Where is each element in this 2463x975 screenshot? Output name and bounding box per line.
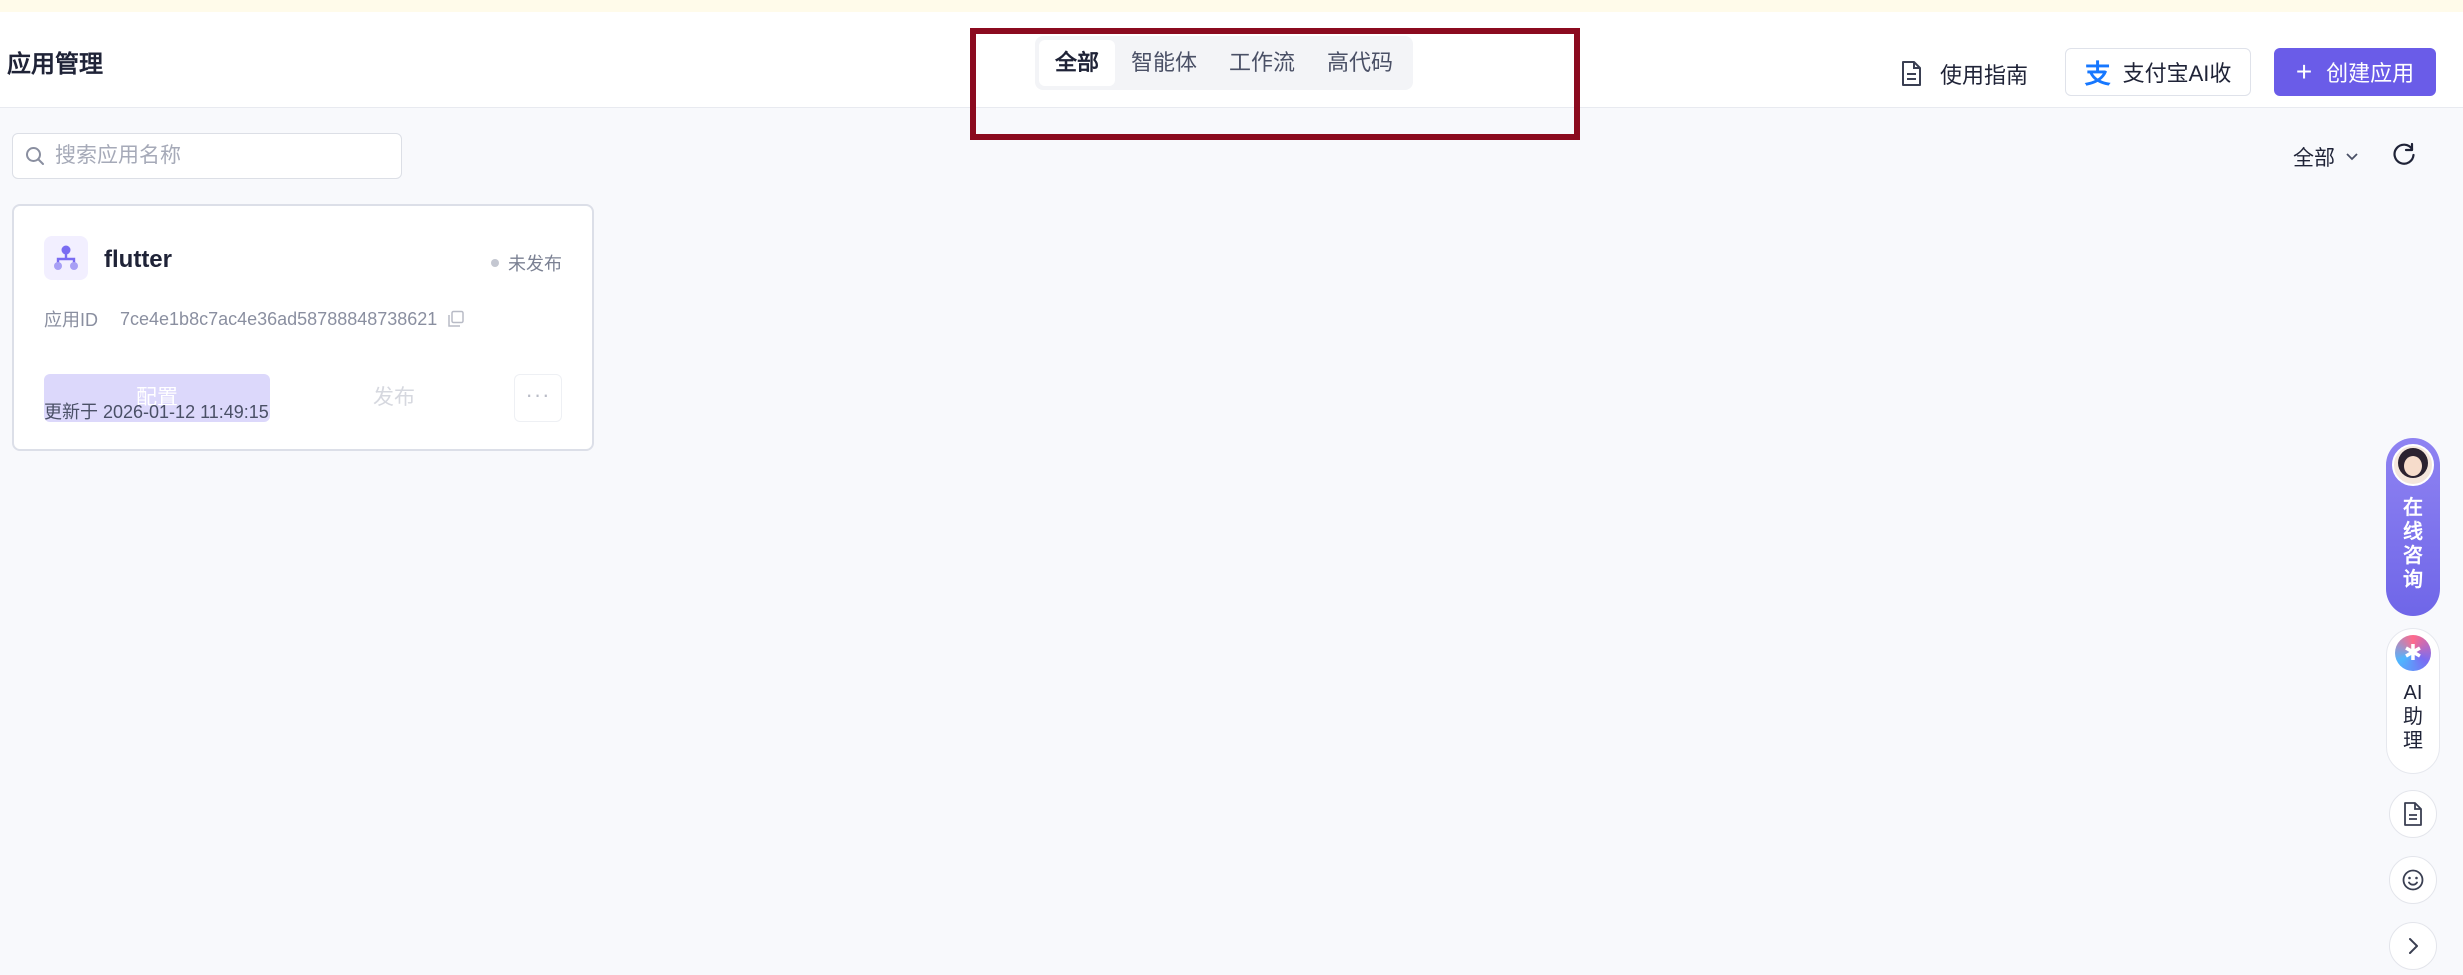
chevron-right-icon [2409,938,2418,954]
notice-strip [0,0,2463,12]
app-type-tabs: 全部 智能体 工作流 高代码 [1035,36,1414,90]
app-id-label: 应用ID [44,310,98,330]
online-consult-button[interactable]: 在线咨询 [2386,438,2440,616]
updated-time: 更新于 2026-01-12 11:49:15 [44,402,269,422]
status-badge: 未发布 [491,250,562,276]
document-icon [2404,802,2422,826]
tab-agent[interactable]: 智能体 [1115,40,1213,86]
create-label: 创建应用 [2326,61,2415,86]
tab-all[interactable]: 全部 [1039,40,1116,86]
app-name: flutter [104,246,172,273]
alipay-label: 支付宝AI收 [2122,61,2232,86]
side-feedback-button[interactable] [2389,856,2437,904]
filter-label: 全部 [2293,147,2335,170]
search-input[interactable] [55,144,385,168]
more-button[interactable]: ··· [514,374,562,422]
status-dot [491,259,499,267]
create-app-button[interactable]: + 创建应用 [2274,48,2436,96]
side-collapse-button[interactable] [2389,922,2437,970]
smile-icon [2402,869,2424,891]
refresh-icon[interactable] [2391,142,2417,168]
guide-link[interactable]: 使用指南 [1900,52,2028,96]
header-bar: 应用管理 全部 智能体 工作流 高代码 使用指南 支 支付宝AI收 + 创建应用 [0,12,2463,108]
alipay-ai-button[interactable]: 支 支付宝AI收 [2065,48,2251,96]
status-filter-dropdown[interactable]: 全部 [2293,142,2359,172]
status-label: 未发布 [508,254,562,274]
publish-button[interactable]: 发布 [314,374,474,422]
consult-label: 在线咨询 [2403,497,2423,591]
tab-high-code[interactable]: 高代码 [1311,40,1409,86]
app-card[interactable]: flutter 未发布 应用ID 7ce4e1b8c7ac4e36ad58788… [12,204,594,451]
avatar [2392,444,2434,486]
side-doc-button[interactable] [2389,790,2437,838]
search-box[interactable] [12,133,402,179]
document-icon [1902,61,1921,86]
ai-logo-icon: ✱ [2395,635,2431,671]
ai-assistant-button[interactable]: ✱ AI助理 [2386,628,2440,774]
plus-icon: + [2295,56,2313,87]
app-id-row: 应用ID 7ce4e1b8c7ac4e36ad58788848738621 [44,306,465,332]
alipay-icon: 支 [2084,58,2111,89]
ai-assistant-label: AI助理 [2403,682,2423,752]
chevron-down-icon [2346,153,2358,161]
copy-icon[interactable] [447,310,465,328]
workflow-icon [44,236,88,280]
guide-label: 使用指南 [1940,63,2029,88]
app-id-value: 7ce4e1b8c7ac4e36ad58788848738621 [120,308,438,329]
search-icon [26,147,44,165]
page-title: 应用管理 [7,51,103,78]
tab-workflow[interactable]: 工作流 [1213,40,1311,86]
